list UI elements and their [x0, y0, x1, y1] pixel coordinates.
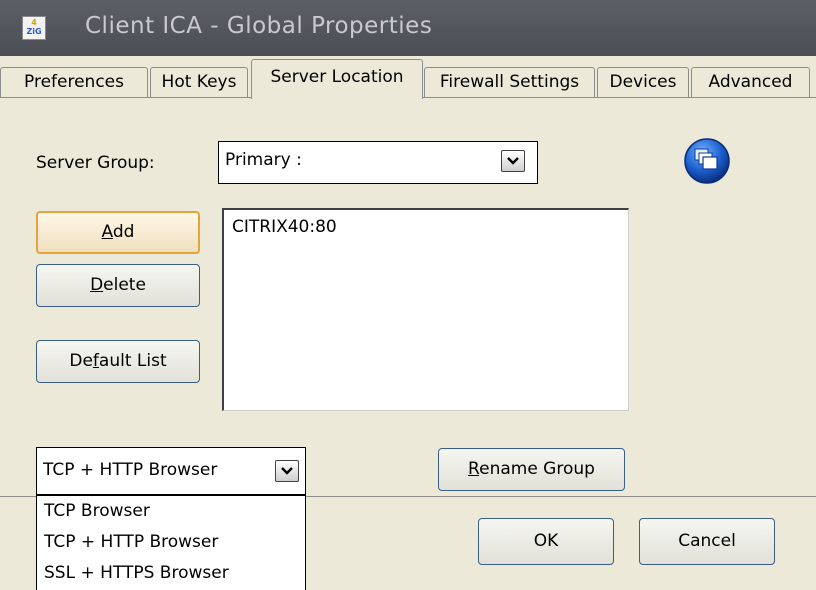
tab-devices[interactable]: Devices	[597, 67, 689, 97]
rename-label-mnemonic: R	[468, 459, 480, 479]
add-label-mnemonic: A	[101, 222, 113, 242]
server-group-select[interactable]: Primary :	[218, 141, 538, 184]
server-group-label: Server Group:	[36, 153, 155, 173]
dropdown-option-tcp-browser[interactable]: TCP Browser	[44, 501, 150, 521]
tab-firewall-settings[interactable]: Firewall Settings	[424, 67, 595, 97]
protocol-select[interactable]: TCP + HTTP Browser	[36, 447, 306, 495]
protocol-dropdown-list[interactable]: TCP Browser TCP + HTTP Browser SSL + HTT…	[36, 495, 306, 590]
add-button[interactable]: Add	[36, 211, 200, 254]
chevron-down-icon[interactable]	[501, 150, 525, 172]
tab-advanced[interactable]: Advanced	[691, 67, 810, 97]
title-bar[interactable]: 4 ZiG Client ICA - Global Properties	[0, 0, 816, 56]
server-group-value: Primary :	[225, 150, 302, 170]
window-title: Client ICA - Global Properties	[85, 13, 433, 39]
server-location-panel: Server Group: Primary : Add Delete Defau…	[0, 97, 816, 497]
default-list-button[interactable]: Default List	[36, 340, 200, 383]
tab-hot-keys[interactable]: Hot Keys	[150, 67, 248, 97]
tab-bar: Preferences Hot Keys Server Location Fir…	[0, 59, 816, 99]
server-list[interactable]: CITRIX40:80	[222, 208, 629, 411]
cancel-button[interactable]: Cancel	[639, 518, 775, 565]
chevron-down-icon[interactable]	[275, 460, 299, 482]
default-list-label-pre: De	[69, 351, 93, 371]
rename-group-button[interactable]: Rename Group	[438, 448, 625, 491]
add-label-post: dd	[112, 222, 135, 242]
ok-button[interactable]: OK	[478, 518, 614, 565]
globe-windows-icon	[684, 138, 730, 184]
zig-app-icon: 4 ZiG	[22, 16, 46, 40]
delete-button[interactable]: Delete	[36, 264, 200, 307]
tab-preferences[interactable]: Preferences	[0, 67, 148, 97]
default-list-label-post: ault List	[98, 351, 167, 371]
dropdown-option-ssl-https-browser[interactable]: SSL + HTTPS Browser	[44, 563, 229, 583]
delete-label-mnemonic: D	[90, 275, 104, 295]
delete-label-post: elete	[103, 275, 146, 295]
list-item[interactable]: CITRIX40:80	[232, 217, 337, 237]
tab-server-location[interactable]: Server Location	[251, 59, 423, 99]
rename-label-post: ename Group	[479, 459, 595, 479]
dropdown-option-tcp-http-browser[interactable]: TCP + HTTP Browser	[44, 532, 218, 552]
protocol-value: TCP + HTTP Browser	[43, 460, 218, 480]
